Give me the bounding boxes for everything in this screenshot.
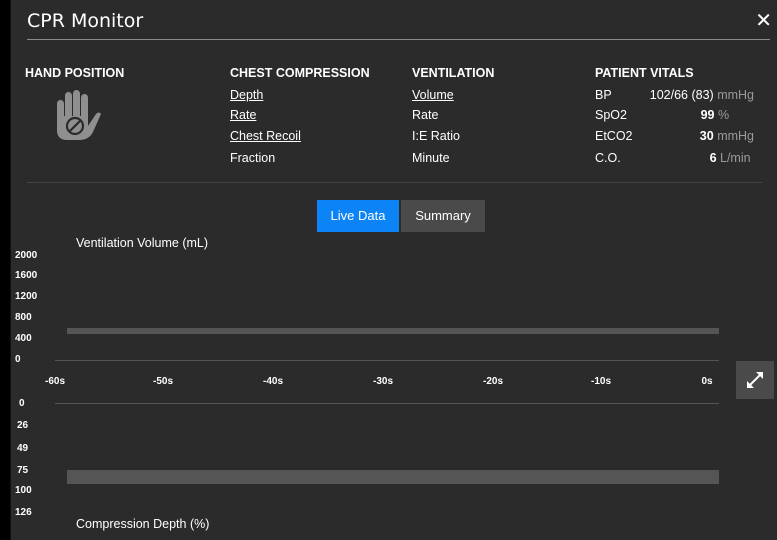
compression-chart-title: Compression Depth (%) [76,517,210,531]
compression-topline [55,403,719,404]
hand-stop-icon [47,86,103,144]
ventilation-header: VENTILATION [412,66,495,80]
title-divider [27,39,770,40]
bp-value: 102/66 (83) mmHg [649,88,754,102]
ventilation-baseline [55,360,719,361]
comp-ytick: 0 [19,398,25,409]
ventilation-rate-label: Rate [412,108,439,122]
ie-ratio-label: I:E Ratio [412,129,460,143]
comp-ytick: 75 [17,465,29,476]
x-tick: -20s [482,376,504,387]
vent-ytick: 1200 [15,291,38,302]
summary-tab[interactable]: Summary [401,200,485,232]
window-title: CPR Monitor [27,10,144,32]
x-tick: -50s [152,376,174,387]
section-divider [27,182,762,183]
x-tick: -10s [590,376,612,387]
chest-compression-header: CHEST COMPRESSION [230,66,370,80]
patient-vitals-header: PATIENT VITALS [595,66,694,80]
chest-recoil-link[interactable]: Chest Recoil [230,129,301,143]
close-icon[interactable]: ✕ [755,8,772,32]
etco2-label: EtCO2 [595,129,633,143]
co-value: 6 L/min [709,151,751,165]
ventilation-volume-line [67,327,719,334]
comp-ytick: 26 [17,420,29,431]
comp-ytick: 100 [15,485,32,496]
comp-ytick: 49 [17,443,29,454]
depth-link[interactable]: Depth [230,88,263,102]
bp-label: BP [595,88,612,102]
hand-position-header: HAND POSITION [25,66,125,80]
spo2-value: 99 % [700,108,730,122]
etco2-value: 30 mmHg [699,129,754,143]
vent-ytick: 1600 [15,270,38,281]
expand-icon[interactable] [736,361,774,399]
volume-link[interactable]: Volume [412,88,454,102]
rate-link[interactable]: Rate [230,108,256,122]
fraction-label: Fraction [230,151,276,165]
x-tick: -30s [372,376,394,387]
cpr-monitor-window: CPR Monitor ✕ HAND POSITION CHEST COMPRE… [10,0,777,540]
vent-ytick: 0 [15,354,21,365]
vent-ytick: 400 [15,333,32,344]
ventilation-chart-title: Ventilation Volume (mL) [76,236,209,250]
x-tick: -40s [262,376,284,387]
vent-ytick: 800 [15,312,32,323]
x-tick: 0s [701,376,713,387]
compression-depth-band [67,470,719,485]
minute-label: Minute [412,151,450,165]
co-label: C.O. [595,151,621,165]
vent-ytick: 2000 [15,250,38,261]
spo2-label: SpO2 [595,108,627,122]
live-data-tab[interactable]: Live Data [317,200,399,232]
comp-ytick: 126 [15,507,32,518]
x-tick: -60s [44,376,66,387]
